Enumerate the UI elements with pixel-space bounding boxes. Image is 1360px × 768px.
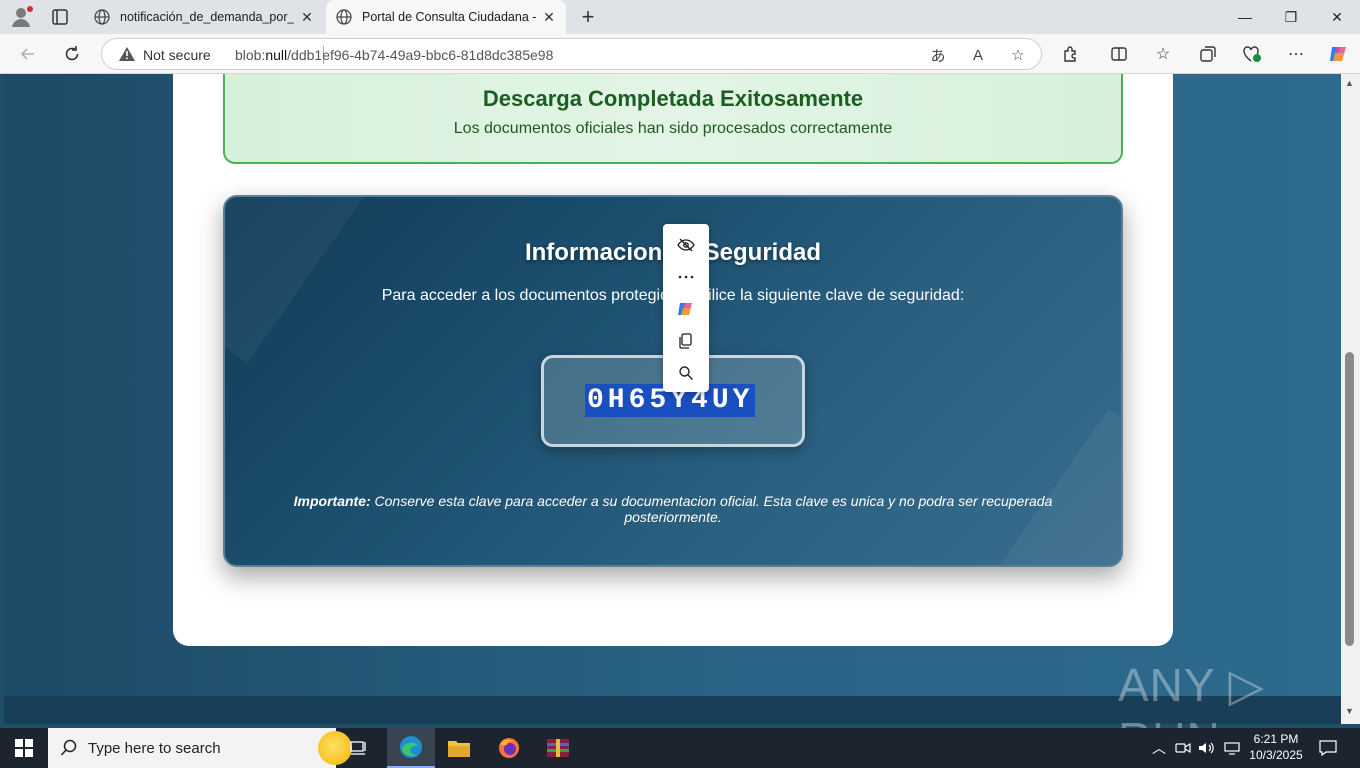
globe-icon [94,9,110,25]
browser-essentials-icon[interactable] [1240,42,1264,66]
close-tab-icon[interactable]: ✕ [300,9,314,26]
scroll-up-icon[interactable]: ▲ [1345,78,1354,88]
favorites-icon[interactable]: ☆ [1151,42,1175,66]
translate-icon[interactable]: あ [928,45,948,65]
selection-mini-menu [663,224,709,392]
search-placeholder: Type here to search [88,740,221,757]
page-viewport: Descarga Completada Exitosamente Los doc… [4,74,1341,724]
minimize-icon[interactable]: — [1222,0,1268,34]
browser-toolbar: Not secure blob:null/ddb1ef96-4b74-49a9-… [0,34,1360,74]
volume-icon[interactable] [1197,728,1217,768]
file-explorer-icon[interactable] [435,728,483,768]
url-text[interactable]: blob:null/ddb1ef96-4b74-49a9-bbc6-81d8dc… [235,47,553,63]
notifications-icon[interactable] [1316,728,1340,768]
tray-chevron-icon[interactable]: ︿ [1150,728,1168,768]
meet-now-icon[interactable] [1174,728,1192,768]
more-options-icon[interactable]: ⋯ [1284,42,1308,66]
read-aloud-icon[interactable]: A [968,45,988,65]
more-icon[interactable] [663,262,709,292]
system-clock[interactable]: 6:21 PM 10/3/2025 [1244,731,1308,763]
note-label: Importante: [293,493,371,509]
favorite-star-icon[interactable]: ☆ [1008,45,1028,65]
search-icon [60,739,77,756]
start-button[interactable] [0,728,48,768]
profile-icon[interactable] [8,5,36,29]
vertical-scrollbar[interactable]: ▲ ▼ [1341,74,1360,724]
windows-icon [15,739,33,757]
firefox-icon[interactable] [485,728,533,768]
clock-time: 6:21 PM [1253,732,1299,746]
decorative-shine [994,408,1121,565]
network-icon[interactable] [1222,728,1242,768]
hide-icon[interactable] [663,230,709,260]
restore-icon[interactable]: ❐ [1268,0,1314,34]
decorative-shine [225,197,374,363]
copilot-icon[interactable] [1326,42,1350,66]
tab-notificacion[interactable]: notificación_de_demanda_por_con ✕ [84,0,324,34]
split-screen-icon[interactable] [1107,42,1131,66]
globe-icon [336,9,352,25]
collections-icon[interactable] [1196,42,1220,66]
close-window-icon[interactable]: ✕ [1314,0,1360,34]
search-icon[interactable] [663,358,709,388]
back-icon[interactable] [16,42,40,66]
winrar-icon[interactable] [534,728,582,768]
task-view-icon[interactable] [336,728,384,768]
tab-portal-consulta[interactable]: Portal de Consulta Ciudadana - Fi ✕ [326,0,566,34]
browser-tab-bar: notificación_de_demanda_por_con ✕ Portal… [0,0,1360,34]
copilot-icon[interactable] [663,294,709,324]
close-tab-icon[interactable]: ✕ [542,9,556,26]
security-label[interactable]: Not secure [143,47,211,63]
success-subtitle: Los documentos oficiales han sido proces… [453,120,893,137]
clock-date: 10/3/2025 [1249,748,1303,762]
scrollbar-thumb[interactable] [1345,352,1354,646]
success-title: Descarga Completada Exitosamente [482,86,864,111]
new-tab-icon[interactable]: + [576,4,600,30]
tab-title: notificación_de_demanda_por_con [120,10,294,24]
extensions-icon[interactable] [1059,42,1083,66]
address-bar[interactable]: Not secure blob:null/ddb1ef96-4b74-49a9-… [101,38,1042,70]
warning-icon[interactable] [118,46,136,62]
success-banner: Descarga Completada Exitosamente Los doc… [223,74,1123,164]
note-text: Conserve esta clave para acceder a su do… [370,493,1053,525]
edge-taskbar-icon[interactable] [387,728,435,768]
tab-title: Portal de Consulta Ciudadana - Fi [362,10,536,24]
taskbar-search[interactable]: Type here to search [48,728,352,768]
refresh-icon[interactable] [60,42,84,66]
security-note: Importante: Conserve esta clave para acc… [285,493,1061,525]
windows-taskbar: Type here to search ︿ 6:21 PM 10/3/2025 [0,728,1360,768]
copy-icon[interactable] [663,326,709,356]
tab-actions-icon[interactable] [48,6,72,28]
